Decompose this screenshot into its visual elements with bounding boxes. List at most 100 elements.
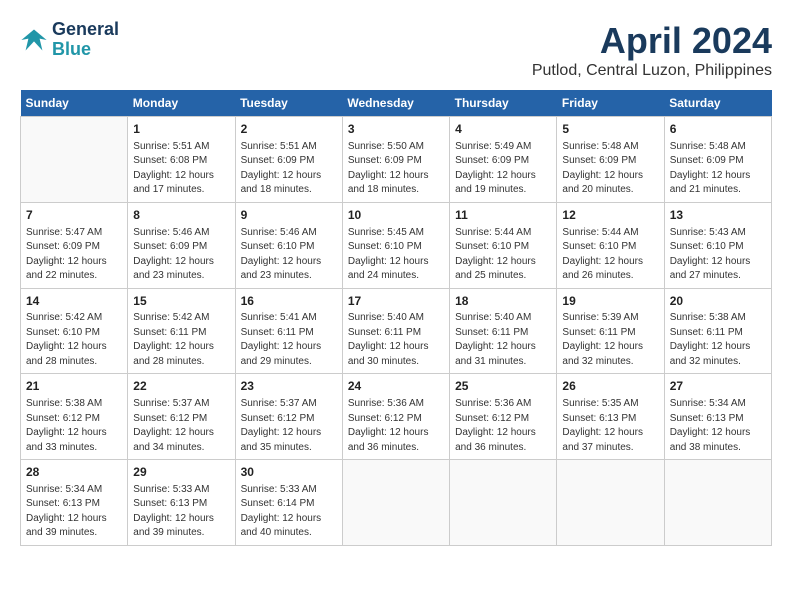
day-info: Sunrise: 5:34 AM Sunset: 6:13 PM Dayligh…	[670, 397, 766, 455]
location-title: Putlod, Central Luzon, Philippines	[532, 62, 772, 80]
calendar-cell: 4Sunrise: 5:49 AM Sunset: 6:09 PM Daylig…	[450, 117, 557, 203]
day-number: 27	[670, 378, 766, 395]
calendar-cell: 17Sunrise: 5:40 AM Sunset: 6:11 PM Dayli…	[342, 288, 449, 374]
week-row-2: 7Sunrise: 5:47 AM Sunset: 6:09 PM Daylig…	[21, 202, 772, 288]
calendar-cell: 11 Sunrise: 5:44 AM Sunset: 6:10 PM Dayli…	[450, 202, 557, 288]
calendar-cell: 7Sunrise: 5:47 AM Sunset: 6:09 PM Daylig…	[21, 202, 128, 288]
calendar-cell	[664, 460, 771, 546]
week-row-4: 21 Sunrise: 5:38 AM Sunset: 6:12 PM Dayli…	[21, 374, 772, 460]
calendar-header-row: SundayMondayTuesdayWednesdayThursdayFrid…	[21, 90, 772, 117]
calendar-cell	[557, 460, 664, 546]
day-info: Sunrise: 5:44 AM Sunset: 6:10 PM Dayligh…	[455, 226, 551, 284]
calendar-cell: 30 Sunrise: 5:33 AM Sunset: 6:14 PM Dayli…	[235, 460, 342, 546]
day-info: Sunrise: 5:51 AM Sunset: 6:09 PM Dayligh…	[241, 140, 337, 198]
day-info: Sunrise: 5:40 AM Sunset: 6:11 PM Dayligh…	[455, 311, 551, 369]
calendar-cell: 25 Sunrise: 5:36 AM Sunset: 6:12 PM Dayli…	[450, 374, 557, 460]
calendar-table: SundayMondayTuesdayWednesdayThursdayFrid…	[20, 90, 772, 546]
calendar-cell: 6Sunrise: 5:48 AM Sunset: 6:09 PM Daylig…	[664, 117, 771, 203]
day-number: 19	[562, 293, 658, 310]
logo-icon	[20, 26, 48, 54]
day-info: Sunrise: 5:37 AM Sunset: 6:12 PM Dayligh…	[133, 397, 229, 455]
calendar-cell: 29Sunrise: 5:33 AM Sunset: 6:13 PM Dayli…	[128, 460, 235, 546]
day-info: Sunrise: 5:48 AM Sunset: 6:09 PM Dayligh…	[670, 140, 766, 198]
day-info: Sunrise: 5:45 AM Sunset: 6:10 PM Dayligh…	[348, 226, 444, 284]
calendar-cell: 18Sunrise: 5:40 AM Sunset: 6:11 PM Dayli…	[450, 288, 557, 374]
day-info: Sunrise: 5:46 AM Sunset: 6:10 PM Dayligh…	[241, 226, 337, 284]
calendar-cell: 15Sunrise: 5:42 AM Sunset: 6:11 PM Dayli…	[128, 288, 235, 374]
calendar-cell: 22Sunrise: 5:37 AM Sunset: 6:12 PM Dayli…	[128, 374, 235, 460]
calendar-cell: 1Sunrise: 5:51 AM Sunset: 6:08 PM Daylig…	[128, 117, 235, 203]
day-info: Sunrise: 5:44 AM Sunset: 6:10 PM Dayligh…	[562, 226, 658, 284]
calendar-cell: 14Sunrise: 5:42 AM Sunset: 6:10 PM Dayli…	[21, 288, 128, 374]
day-number: 3	[348, 121, 444, 138]
calendar-cell: 21 Sunrise: 5:38 AM Sunset: 6:12 PM Dayli…	[21, 374, 128, 460]
day-number: 30	[241, 464, 337, 481]
calendar-cell: 27 Sunrise: 5:34 AM Sunset: 6:13 PM Dayli…	[664, 374, 771, 460]
day-number: 15	[133, 293, 229, 310]
logo-text: General Blue	[52, 20, 119, 60]
day-info: Sunrise: 5:50 AM Sunset: 6:09 PM Dayligh…	[348, 140, 444, 198]
calendar-cell: 28 Sunrise: 5:34 AM Sunset: 6:13 PM Dayli…	[21, 460, 128, 546]
col-header-wednesday: Wednesday	[342, 90, 449, 117]
day-number: 11	[455, 207, 551, 224]
day-info: Sunrise: 5:49 AM Sunset: 6:09 PM Dayligh…	[455, 140, 551, 198]
calendar-cell: 3 Sunrise: 5:50 AM Sunset: 6:09 PM Daylig…	[342, 117, 449, 203]
day-info: Sunrise: 5:38 AM Sunset: 6:11 PM Dayligh…	[670, 311, 766, 369]
col-header-thursday: Thursday	[450, 90, 557, 117]
day-number: 16	[241, 293, 337, 310]
calendar-cell: 12 Sunrise: 5:44 AM Sunset: 6:10 PM Dayli…	[557, 202, 664, 288]
day-info: Sunrise: 5:42 AM Sunset: 6:10 PM Dayligh…	[26, 311, 122, 369]
week-row-5: 28 Sunrise: 5:34 AM Sunset: 6:13 PM Dayli…	[21, 460, 772, 546]
day-info: Sunrise: 5:33 AM Sunset: 6:13 PM Dayligh…	[133, 483, 229, 541]
day-info: Sunrise: 5:40 AM Sunset: 6:11 PM Dayligh…	[348, 311, 444, 369]
calendar-cell: 26Sunrise: 5:35 AM Sunset: 6:13 PM Dayli…	[557, 374, 664, 460]
calendar-cell: 10 Sunrise: 5:45 AM Sunset: 6:10 PM Dayli…	[342, 202, 449, 288]
day-info: Sunrise: 5:35 AM Sunset: 6:13 PM Dayligh…	[562, 397, 658, 455]
day-number: 20	[670, 293, 766, 310]
col-header-sunday: Sunday	[21, 90, 128, 117]
day-number: 25	[455, 378, 551, 395]
day-number: 18	[455, 293, 551, 310]
calendar-cell: 2Sunrise: 5:51 AM Sunset: 6:09 PM Daylig…	[235, 117, 342, 203]
calendar-cell: 16Sunrise: 5:41 AM Sunset: 6:11 PM Dayli…	[235, 288, 342, 374]
month-title: April 2024	[532, 20, 772, 62]
col-header-friday: Friday	[557, 90, 664, 117]
day-info: Sunrise: 5:33 AM Sunset: 6:14 PM Dayligh…	[241, 483, 337, 541]
calendar-cell	[21, 117, 128, 203]
day-number: 21	[26, 378, 122, 395]
calendar-cell: 24Sunrise: 5:36 AM Sunset: 6:12 PM Dayli…	[342, 374, 449, 460]
day-info: Sunrise: 5:46 AM Sunset: 6:09 PM Dayligh…	[133, 226, 229, 284]
day-number: 17	[348, 293, 444, 310]
calendar-cell: 13Sunrise: 5:43 AM Sunset: 6:10 PM Dayli…	[664, 202, 771, 288]
day-number: 9	[241, 207, 337, 224]
day-number: 24	[348, 378, 444, 395]
calendar-cell	[450, 460, 557, 546]
title-block: April 2024 Putlod, Central Luzon, Philip…	[532, 20, 772, 80]
week-row-3: 14Sunrise: 5:42 AM Sunset: 6:10 PM Dayli…	[21, 288, 772, 374]
day-number: 12	[562, 207, 658, 224]
logo: General Blue	[20, 20, 119, 60]
col-header-saturday: Saturday	[664, 90, 771, 117]
calendar-cell: 5Sunrise: 5:48 AM Sunset: 6:09 PM Daylig…	[557, 117, 664, 203]
day-info: Sunrise: 5:36 AM Sunset: 6:12 PM Dayligh…	[455, 397, 551, 455]
day-info: Sunrise: 5:43 AM Sunset: 6:10 PM Dayligh…	[670, 226, 766, 284]
calendar-cell	[342, 460, 449, 546]
calendar-cell: 23Sunrise: 5:37 AM Sunset: 6:12 PM Dayli…	[235, 374, 342, 460]
calendar-cell: 20Sunrise: 5:38 AM Sunset: 6:11 PM Dayli…	[664, 288, 771, 374]
day-info: Sunrise: 5:39 AM Sunset: 6:11 PM Dayligh…	[562, 311, 658, 369]
day-number: 7	[26, 207, 122, 224]
col-header-monday: Monday	[128, 90, 235, 117]
day-info: Sunrise: 5:38 AM Sunset: 6:12 PM Dayligh…	[26, 397, 122, 455]
day-number: 14	[26, 293, 122, 310]
day-number: 8	[133, 207, 229, 224]
calendar-cell: 19Sunrise: 5:39 AM Sunset: 6:11 PM Dayli…	[557, 288, 664, 374]
day-number: 10	[348, 207, 444, 224]
day-info: Sunrise: 5:34 AM Sunset: 6:13 PM Dayligh…	[26, 483, 122, 541]
calendar-cell: 8 Sunrise: 5:46 AM Sunset: 6:09 PM Daylig…	[128, 202, 235, 288]
day-number: 1	[133, 121, 229, 138]
day-number: 23	[241, 378, 337, 395]
page-header: General Blue April 2024 Putlod, Central …	[20, 20, 772, 80]
calendar-cell: 9 Sunrise: 5:46 AM Sunset: 6:10 PM Daylig…	[235, 202, 342, 288]
day-number: 28	[26, 464, 122, 481]
day-number: 5	[562, 121, 658, 138]
